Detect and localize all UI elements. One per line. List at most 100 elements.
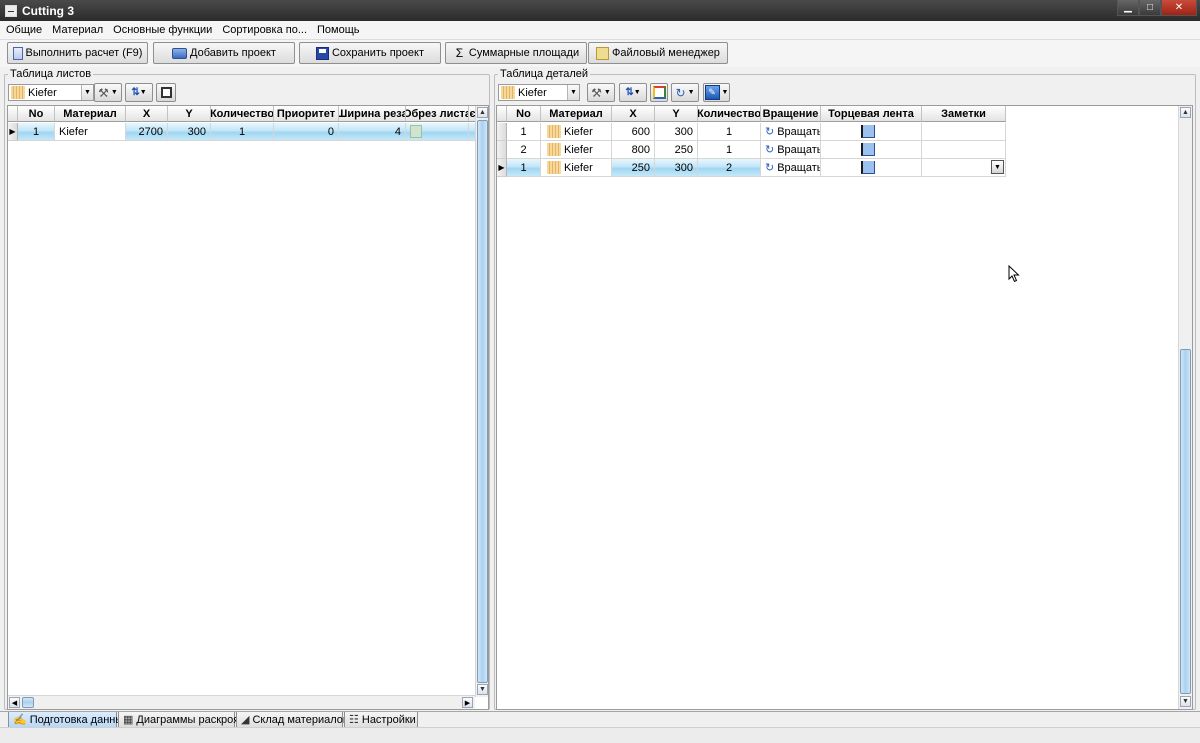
parts-vertical-scrollbar[interactable]: ▲ ▼ (1178, 106, 1192, 709)
chevron-down-icon: ▼ (721, 89, 729, 96)
menu-main-functions[interactable]: Основные функции (113, 24, 212, 36)
tab-settings[interactable]: ☷ Настройки (344, 712, 418, 728)
menu-sort-by[interactable]: Сортировка по... (222, 24, 307, 36)
column-header-quantity[interactable]: Количество (698, 106, 761, 122)
part-cell-y[interactable]: 300 (655, 159, 698, 177)
sheets-panel-title: Таблица листов (8, 68, 94, 81)
scroll-down-icon[interactable]: ▼ (1180, 696, 1191, 707)
column-header-kerf[interactable]: Ширина реза (339, 106, 406, 122)
part-cell-edge-banding[interactable] (821, 141, 922, 159)
sheets-horizontal-scrollbar[interactable]: ◀ ▶ (8, 695, 475, 709)
part-cell-y[interactable]: 300 (655, 123, 698, 141)
column-header-edge-banding[interactable]: Торцевая лента (821, 106, 922, 122)
sheet-cell-trim[interactable] (406, 123, 469, 141)
part-cell-no[interactable]: 1 (507, 123, 541, 141)
column-header-y[interactable]: Y (655, 106, 698, 122)
menu-help[interactable]: Помощь (317, 24, 360, 36)
parts-sort-button[interactable]: ⇅ ▼ (619, 83, 647, 102)
column-header-quantity[interactable]: Количество (211, 106, 274, 122)
parts-material-select[interactable]: Kiefer ▼ (498, 84, 580, 101)
part-cell-no[interactable]: 1 (507, 159, 541, 177)
sheet-cell-y[interactable]: 300 (168, 123, 211, 141)
part-material-text: Kiefer (564, 125, 593, 138)
tab-data-preparation[interactable]: ✍ Подготовка данных (8, 712, 129, 728)
part-cell-quantity[interactable]: 1 (698, 123, 761, 141)
row-selector-icon[interactable]: ▶ (497, 159, 507, 177)
scroll-up-icon[interactable]: ▲ (477, 107, 488, 118)
tab-material-stock[interactable]: ◢ Склад материалов (236, 712, 349, 728)
scroll-down-icon[interactable]: ▼ (477, 684, 488, 695)
column-header-no[interactable]: No (18, 106, 55, 122)
part-cell-x[interactable]: 250 (612, 159, 655, 177)
part-cell-y[interactable]: 250 (655, 141, 698, 159)
save-project-button[interactable]: Сохранить проект (299, 42, 441, 64)
sheets-vertical-scrollbar[interactable]: ▲ ▼ (475, 106, 488, 697)
column-header-material[interactable]: Материал (541, 106, 612, 122)
scroll-up-icon[interactable]: ▲ (1180, 107, 1191, 118)
sheet-cell-kerf[interactable]: 4 (339, 123, 406, 141)
column-header-material[interactable]: Материал (55, 106, 126, 122)
sheets-material-select[interactable]: Kiefer ▼ (8, 84, 94, 101)
add-project-label: Добавить проект (190, 47, 276, 59)
notes-dropdown-button[interactable]: ▼ (991, 160, 1004, 174)
window-menu-icon[interactable] (5, 4, 17, 17)
column-header-sheet-trim[interactable]: Обрез листа (406, 106, 469, 122)
sort-icon: ⇅ (625, 87, 634, 98)
edge-banding-button[interactable] (650, 83, 668, 102)
scroll-thumb[interactable] (22, 697, 34, 708)
part-cell-x[interactable]: 600 (612, 123, 655, 141)
minimize-button[interactable]: ▁ (1117, 0, 1139, 16)
part-cell-edge-banding[interactable] (821, 123, 922, 141)
sheet-cell-priority[interactable]: 0 (274, 123, 339, 141)
tab-cutting-diagrams[interactable]: ▦ Диаграммы раскроя (118, 712, 239, 728)
row-header[interactable] (497, 141, 507, 159)
column-header-x[interactable]: X (126, 106, 168, 122)
part-cell-quantity[interactable]: 1 (698, 141, 761, 159)
total-areas-button[interactable]: Σ Суммарные площади (445, 42, 587, 64)
part-cell-notes[interactable]: ▼ (922, 159, 1006, 177)
scroll-thumb[interactable] (1180, 349, 1191, 694)
sheet-cell-no[interactable]: 1 (18, 123, 55, 141)
part-cell-x[interactable]: 800 (612, 141, 655, 159)
maximize-button[interactable]: □ (1139, 0, 1161, 16)
menu-general[interactable]: Общие (6, 24, 42, 36)
sheet-cell-material[interactable]: Kiefer (55, 123, 126, 141)
sheet-cell-x[interactable]: 2700 (126, 123, 168, 141)
part-cell-rotation[interactable]: ↻ Вращать (761, 159, 821, 177)
add-project-button[interactable]: Добавить проект (153, 42, 295, 64)
close-button[interactable]: ✕ (1161, 0, 1197, 16)
part-cell-material[interactable]: Kiefer (541, 123, 612, 141)
sheets-frame-button[interactable] (156, 83, 176, 102)
column-header-notes[interactable]: Заметки (922, 106, 1006, 122)
column-header-no[interactable]: No (507, 106, 541, 122)
column-header-priority[interactable]: Приоритет (274, 106, 339, 122)
part-cell-material[interactable]: Kiefer (541, 159, 612, 177)
part-cell-rotation[interactable]: ↻ Вращать (761, 141, 821, 159)
rotation-button[interactable]: ↻ ▼ (671, 83, 699, 102)
sheet-cell-quantity[interactable]: 1 (211, 123, 274, 141)
rotate-icon: ↻ (765, 162, 775, 174)
scroll-thumb[interactable] (477, 120, 488, 683)
part-cell-notes[interactable] (922, 123, 1006, 141)
scroll-right-icon[interactable]: ▶ (462, 697, 473, 708)
file-manager-button[interactable]: Файловый менеджер (588, 42, 728, 64)
scroll-left-icon[interactable]: ◀ (9, 697, 20, 708)
menu-material[interactable]: Материал (52, 24, 103, 36)
row-header[interactable] (497, 123, 507, 141)
trim-swatch-icon (410, 125, 422, 138)
parts-extra-button[interactable]: ✎ ▼ (703, 83, 730, 102)
part-cell-quantity[interactable]: 2 (698, 159, 761, 177)
parts-tools-button[interactable]: ⚒ ▼ (587, 83, 615, 102)
part-cell-no[interactable]: 2 (507, 141, 541, 159)
sheets-tools-button[interactable]: ⚒ ▼ (94, 83, 122, 102)
sheets-sort-button[interactable]: ⇅ ▼ (125, 83, 153, 102)
part-cell-rotation[interactable]: ↻ Вращать (761, 123, 821, 141)
column-header-rotation[interactable]: Вращение (761, 106, 821, 122)
column-header-y[interactable]: Y (168, 106, 211, 122)
part-cell-edge-banding[interactable] (821, 159, 922, 177)
row-selector-icon[interactable]: ▶ (8, 123, 18, 141)
run-calculation-button[interactable]: Выполнить расчет (F9) (7, 42, 148, 64)
part-cell-notes[interactable] (922, 141, 1006, 159)
part-cell-material[interactable]: Kiefer (541, 141, 612, 159)
column-header-x[interactable]: X (612, 106, 655, 122)
